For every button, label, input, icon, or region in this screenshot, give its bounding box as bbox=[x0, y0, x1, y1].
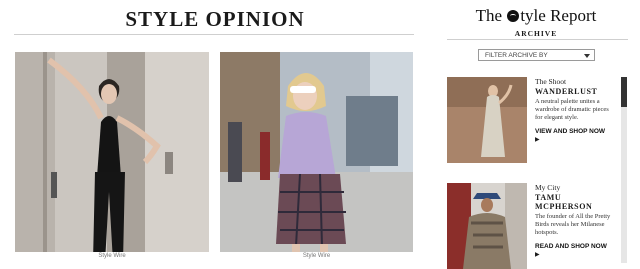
archive-scrollbar[interactable] bbox=[621, 77, 627, 263]
card-2-photo bbox=[220, 52, 413, 260]
archive-item-2-info: My City TAMU MCPHERSON The founder of Al… bbox=[535, 183, 617, 258]
card-1-caption: Style Wire bbox=[15, 252, 209, 260]
archive-item-kicker: My City bbox=[535, 183, 561, 192]
archive-divider bbox=[447, 39, 628, 40]
archive-item-2-thumbnail[interactable] bbox=[447, 183, 527, 269]
brand-text-suffix: tyle Report bbox=[520, 6, 597, 25]
style-opinion-card-2[interactable]: Style Wire bbox=[220, 52, 413, 260]
archive-item-1-thumbnail[interactable] bbox=[447, 77, 527, 163]
archive-item-title[interactable]: TAMU MCPHERSON bbox=[535, 193, 617, 211]
card-1-photo bbox=[15, 52, 209, 260]
archive-item-tamu-mcpherson[interactable]: My City TAMU MCPHERSON The founder of Al… bbox=[447, 183, 617, 269]
style-report-logo-icon bbox=[507, 10, 520, 22]
title-divider bbox=[14, 34, 414, 35]
page-title: STYLE OPINION bbox=[125, 7, 305, 31]
archive-item-description: The founder of All the Pretty Birds reve… bbox=[535, 213, 611, 236]
archive-item-description: A neutral palette unites a wardrobe of d… bbox=[535, 98, 609, 121]
archive-heading: ARCHIVE bbox=[514, 29, 558, 38]
style-opinion-card-1[interactable]: Style Wire bbox=[15, 52, 209, 260]
style-report-logo[interactable]: The tyle Report bbox=[447, 6, 625, 26]
read-and-shop-link[interactable]: READ AND SHOP NOW bbox=[535, 243, 617, 250]
filter-label: FILTER ARCHIVE BY bbox=[485, 52, 548, 59]
brand-text-prefix: The bbox=[475, 6, 503, 25]
archive-item-title[interactable]: WANDERLUST bbox=[535, 87, 617, 96]
archive-item-1-info: The Shoot WANDERLUST A neutral palette u… bbox=[535, 77, 617, 143]
archive-item-kicker: The Shoot bbox=[535, 77, 567, 86]
filter-archive-dropdown[interactable]: FILTER ARCHIVE BY bbox=[478, 49, 595, 61]
arrow-right-icon[interactable]: ▶ bbox=[535, 251, 617, 258]
view-and-shop-link[interactable]: VIEW AND SHOP NOW bbox=[535, 128, 617, 135]
arrow-right-icon[interactable]: ▶ bbox=[535, 136, 617, 143]
chevron-down-icon bbox=[584, 54, 590, 58]
scrollbar-thumb[interactable] bbox=[621, 77, 627, 107]
archive-item-wanderlust[interactable]: The Shoot WANDERLUST A neutral palette u… bbox=[447, 77, 617, 165]
card-2-caption: Style Wire bbox=[220, 252, 413, 260]
